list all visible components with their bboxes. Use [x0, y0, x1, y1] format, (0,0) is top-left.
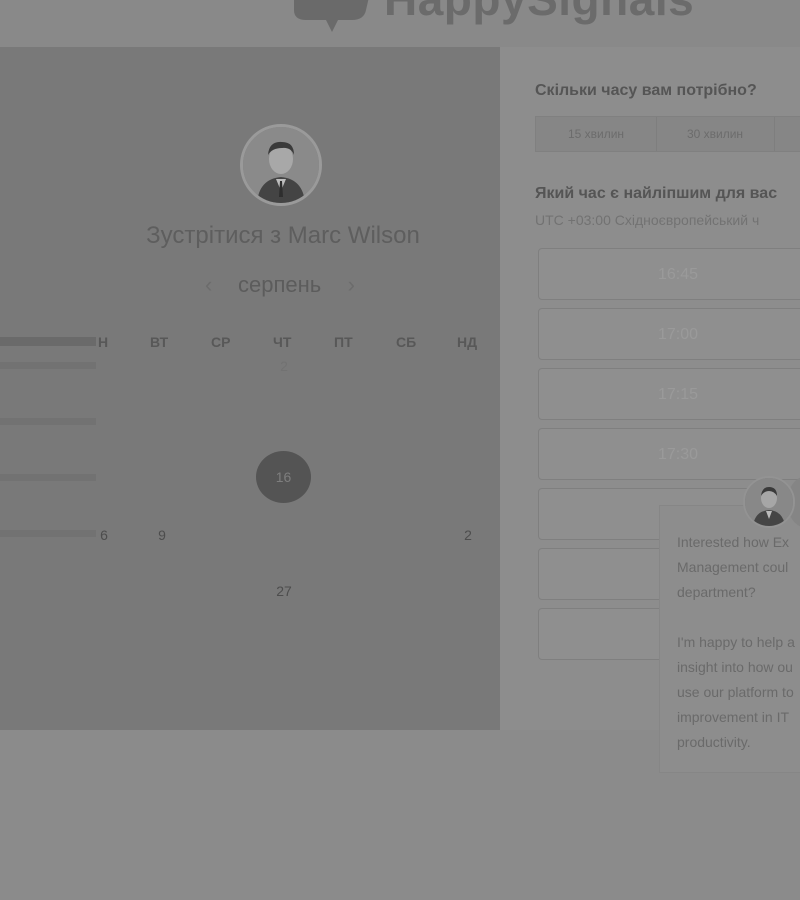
host-avatar — [240, 124, 322, 206]
week-bar — [0, 474, 96, 481]
weekday-mon: Н — [98, 334, 109, 350]
weekday-tue: ВТ — [150, 334, 169, 350]
chat-message-line: Interested how Ex — [677, 534, 790, 550]
week-bar — [0, 362, 96, 369]
chat-message-line: Management coul — [677, 559, 789, 575]
host-title: Зустрітися з Marc Wilson — [146, 222, 420, 249]
calendar-day[interactable]: 27 — [259, 583, 309, 599]
chat-message-line: productivity. — [677, 734, 751, 750]
duration-question: Скільки часу вам потрібно? — [535, 82, 757, 99]
chat-message-line: I'm happy to help a — [677, 634, 795, 650]
chat-message-card[interactable]: Interested how Ex Management coul depart… — [659, 505, 800, 773]
duration-30-button[interactable]: 30 хвилин — [656, 117, 775, 151]
week-bar — [0, 337, 96, 346]
time-slot[interactable]: 17:30 — [538, 428, 800, 480]
person-avatar-icon — [243, 127, 319, 203]
person-avatar-icon — [745, 478, 793, 526]
weekday-wed: СР — [211, 334, 231, 350]
timezone-label[interactable]: UTC +03:00 Східноєвропейський ч — [535, 212, 759, 228]
calendar-day[interactable]: 9 — [137, 527, 187, 543]
time-slot[interactable]: 17:00 — [538, 308, 800, 360]
chat-agent-avatar[interactable] — [743, 476, 795, 528]
selected-day[interactable]: 16 — [256, 469, 311, 485]
calendar-day[interactable]: 2 — [259, 358, 309, 374]
weekday-sat: СБ — [396, 334, 417, 350]
chevron-right-icon[interactable]: › — [348, 272, 355, 298]
brand-logo-text: HappySignals — [384, 0, 694, 26]
weekday-thu: ЧТ — [273, 334, 292, 350]
calendar-day[interactable]: 2 — [443, 527, 493, 543]
calendar-day[interactable]: 6 — [79, 527, 129, 543]
chat-message-line: insight into how ou — [677, 659, 793, 675]
weekday-fri: ПТ — [334, 334, 353, 350]
month-navigation: ‹ серпень › — [205, 270, 365, 300]
chat-message-line: use our platform to — [677, 684, 794, 700]
week-bar — [0, 418, 96, 425]
weekday-sun: НД — [457, 334, 478, 350]
chat-message-line: department? — [677, 584, 756, 600]
time-slot[interactable]: 16:45 — [538, 248, 800, 300]
speech-bubble-logo-icon — [294, 0, 369, 32]
page-header: HappySignals — [0, 0, 800, 47]
chevron-left-icon[interactable]: ‹ — [205, 272, 212, 298]
duration-15-button[interactable]: 15 хвилин — [536, 117, 657, 151]
time-slot[interactable]: 17:15 — [538, 368, 800, 420]
duration-selector: 15 хвилин 30 хвилин — [535, 116, 800, 152]
chat-message-line: improvement in IT — [677, 709, 790, 725]
time-question: Який час є найліпшим для вас — [535, 185, 778, 202]
month-label: серпень — [238, 272, 322, 297]
